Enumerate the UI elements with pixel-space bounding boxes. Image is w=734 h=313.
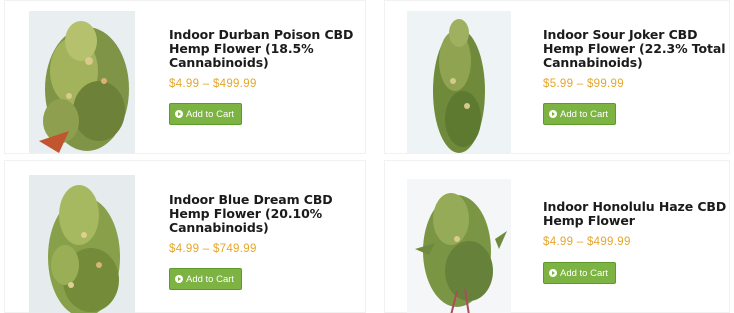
product-title[interactable]: Indoor Sour Joker CBD Hemp Flower (22.3%… — [543, 28, 727, 70]
add-to-cart-label: Add to Cart — [560, 267, 609, 279]
play-circle-icon — [175, 275, 183, 283]
product-card: Indoor Durban Poison CBD Hemp Flower (18… — [4, 0, 366, 154]
add-to-cart-button[interactable]: Add to Cart — [543, 262, 617, 284]
product-info: Indoor Honolulu Haze CBD Hemp Flower $4.… — [543, 200, 727, 284]
product-card: Indoor Sour Joker CBD Hemp Flower (22.3%… — [384, 0, 730, 154]
product-price: $4.99 – $749.99 — [169, 243, 257, 255]
add-to-cart-button[interactable]: Add to Cart — [169, 268, 243, 290]
play-circle-icon — [549, 110, 557, 118]
product-title[interactable]: Indoor Blue Dream CBD Hemp Flower (20.10… — [169, 193, 359, 235]
product-info: Indoor Durban Poison CBD Hemp Flower (18… — [169, 28, 359, 125]
product-image[interactable] — [29, 175, 135, 313]
add-to-cart-button[interactable]: Add to Cart — [543, 103, 617, 125]
product-price: $5.99 – $99.99 — [543, 78, 624, 90]
hemp-bud-illustration — [39, 21, 129, 153]
add-to-cart-button[interactable]: Add to Cart — [169, 103, 243, 125]
product-image[interactable] — [29, 11, 135, 153]
product-card: Indoor Honolulu Haze CBD Hemp Flower $4.… — [384, 160, 730, 313]
add-to-cart-label: Add to Cart — [186, 273, 235, 285]
product-title[interactable]: Indoor Honolulu Haze CBD Hemp Flower — [543, 200, 727, 228]
product-image[interactable] — [407, 179, 511, 313]
product-card: Indoor Blue Dream CBD Hemp Flower (20.10… — [4, 160, 366, 313]
add-to-cart-label: Add to Cart — [186, 108, 235, 120]
product-price: $4.99 – $499.99 — [543, 236, 631, 248]
hemp-bud-illustration — [48, 185, 120, 313]
add-to-cart-label: Add to Cart — [560, 108, 609, 120]
hemp-bud-illustration — [415, 193, 507, 313]
product-image[interactable] — [407, 11, 511, 153]
product-info: Indoor Sour Joker CBD Hemp Flower (22.3%… — [543, 28, 727, 125]
product-title[interactable]: Indoor Durban Poison CBD Hemp Flower (18… — [169, 28, 359, 70]
product-price: $4.99 – $499.99 — [169, 78, 257, 90]
play-circle-icon — [175, 110, 183, 118]
play-circle-icon — [549, 269, 557, 277]
product-info: Indoor Blue Dream CBD Hemp Flower (20.10… — [169, 193, 359, 290]
hemp-bud-illustration — [433, 19, 485, 153]
